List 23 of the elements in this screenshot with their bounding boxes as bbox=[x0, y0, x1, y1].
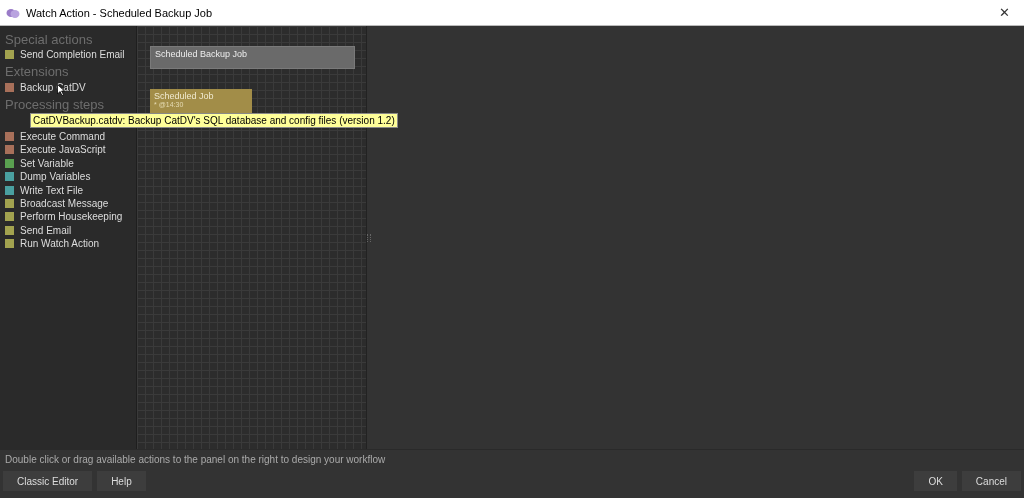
hint-text: Double click or drag available actions to the panel on the right to design your workflow bbox=[4, 453, 387, 467]
action-item[interactable]: Set Variable bbox=[5, 156, 136, 170]
action-item[interactable]: Write Text File bbox=[5, 183, 136, 197]
action-item[interactable]: Send Email bbox=[5, 223, 136, 237]
action-item[interactable]: Execute JavaScript bbox=[5, 143, 136, 157]
dialog-button[interactable]: Cancel bbox=[961, 471, 1021, 491]
section-heading: Special actions bbox=[5, 32, 93, 48]
action-item[interactable]: Perform Housekeeping bbox=[5, 210, 136, 224]
job-node[interactable]: Scheduled Backup Job bbox=[150, 46, 355, 69]
action-item[interactable]: Execute Command bbox=[5, 129, 136, 144]
section-heading: Processing steps bbox=[5, 96, 104, 113]
action-item[interactable]: Dump Variables bbox=[5, 169, 136, 184]
action-item[interactable]: Run Watch Action bbox=[5, 236, 136, 251]
dialog-button[interactable]: Help bbox=[97, 471, 146, 491]
dialog-button[interactable]: Classic Editor bbox=[3, 471, 93, 491]
app-icon bbox=[6, 6, 20, 19]
action-item[interactable]: Send Completion Email bbox=[5, 48, 136, 62]
section-heading: Extensions bbox=[5, 64, 69, 81]
tooltip: CatDVBackup.catdv: Backup CatDV's SQL database and config files (version 1.2) bbox=[30, 113, 398, 128]
window-title: Watch Action - Scheduled Backup Job bbox=[26, 6, 214, 19]
dialog-button[interactable]: OK bbox=[914, 471, 957, 491]
action-item[interactable]: Broadcast Message bbox=[5, 196, 136, 211]
close-button[interactable]: ✕ bbox=[993, 5, 1016, 20]
